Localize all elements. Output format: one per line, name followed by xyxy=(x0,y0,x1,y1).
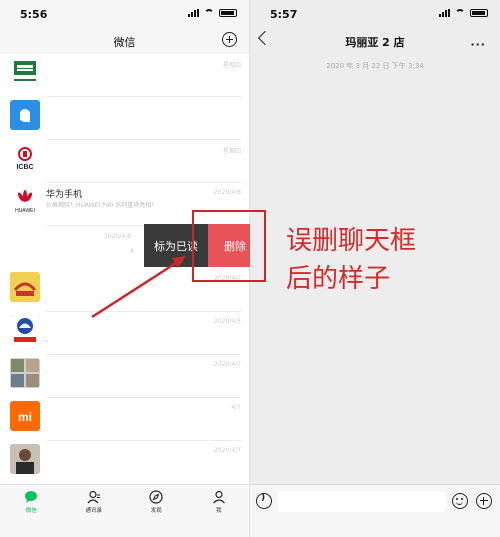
chat-row[interactable]: ICBC 星期四 xyxy=(0,140,249,183)
brand-logo-icon xyxy=(10,272,40,302)
tab-label: 我 xyxy=(215,508,222,514)
status-time: 5:57 xyxy=(270,8,298,21)
icbc-avatar: ICBC xyxy=(10,143,40,173)
chat-date: 星期四 xyxy=(222,62,241,69)
chat-date: 2020/4/7 xyxy=(214,447,241,454)
lenovo-logo-icon xyxy=(10,315,40,345)
tab-label: 通讯录 xyxy=(85,508,102,514)
chat-row[interactable]: 2020/4/7 xyxy=(0,441,249,484)
chat-row[interactable]: 2020/4/7 xyxy=(0,355,249,398)
screenshot-root: 5:56 微信 星期四 ICBC 星期四 HUAWEI 华为手机 价格揭晓！HU… xyxy=(0,0,500,537)
brand-avatar xyxy=(10,272,40,302)
huawei-logo-icon: HUAWEI xyxy=(10,186,40,216)
input-bar xyxy=(250,484,500,537)
chat-row[interactable]: mi 4/7 xyxy=(0,398,249,441)
group-photo-icon xyxy=(10,358,40,388)
annotation-text: 误删聊天框 后的样子 xyxy=(286,222,416,298)
chat-row[interactable]: 2020/4/5 xyxy=(0,312,249,355)
chat-date: 2020/4/8 xyxy=(214,189,241,196)
tab-label: 发现 xyxy=(150,508,162,514)
chat-bubble-icon xyxy=(25,491,38,503)
tab-me[interactable]: 我 xyxy=(188,485,250,537)
mi-logo-icon: mi xyxy=(10,401,40,431)
chat-date: 2020/4/5 xyxy=(214,318,241,325)
person-icon xyxy=(212,490,225,504)
chat-preview: 价格揭晓！HUAWEI P40 系列重磅亮相！ xyxy=(46,202,158,209)
app-avatar xyxy=(10,100,40,130)
svg-text:ICBC: ICBC xyxy=(16,164,33,171)
voice-icon[interactable] xyxy=(256,493,272,509)
tab-label: 微信 xyxy=(25,508,37,514)
nav-bar: 玛丽亚 2 店 ··· xyxy=(250,26,500,54)
svg-text:HUAWEI: HUAWEI xyxy=(15,208,35,214)
compass-icon xyxy=(149,490,163,504)
highlight-box xyxy=(192,210,266,282)
chat-date: 2020/4/7 xyxy=(214,361,241,368)
mi-avatar: mi xyxy=(10,401,40,431)
status-icons xyxy=(439,9,488,17)
status-time: 5:56 xyxy=(20,8,48,21)
status-bar: 5:56 xyxy=(0,0,249,26)
status-bar: 5:57 xyxy=(250,0,500,26)
tab-bar: 微信 通讯录 发现 我 xyxy=(0,484,250,537)
chat-row[interactable] xyxy=(0,97,249,140)
tab-chats[interactable]: 微信 xyxy=(0,485,63,537)
plus-icon[interactable] xyxy=(476,493,492,509)
wifi-icon xyxy=(455,9,465,17)
battery-icon xyxy=(219,9,237,17)
message-input[interactable] xyxy=(278,491,446,512)
emoji-icon[interactable] xyxy=(452,493,468,509)
chat-date: 4/7 xyxy=(231,404,241,411)
battery-icon xyxy=(470,9,488,17)
add-icon[interactable] xyxy=(222,32,237,47)
tab-contacts[interactable]: 通讯录 xyxy=(63,485,126,537)
app-logo-icon xyxy=(10,100,40,130)
status-icons xyxy=(188,9,237,17)
nav-bar: 微信 xyxy=(0,26,249,54)
page-title: 微信 xyxy=(113,36,136,49)
chat-title: 玛丽亚 2 店 xyxy=(345,36,405,49)
post-logo-avatar xyxy=(10,57,40,87)
lenovo-avatar xyxy=(10,315,40,345)
signal-icon xyxy=(188,9,199,17)
chat-date: 2020/4/8 xyxy=(104,233,131,240)
chat-preview: 8 xyxy=(130,248,134,255)
person-avatar xyxy=(10,444,40,474)
huawei-avatar: HUAWEI xyxy=(10,186,40,216)
chat-date: 星期四 xyxy=(222,148,241,155)
portrait-icon xyxy=(10,444,40,474)
chat-row[interactable]: 星期四 xyxy=(0,54,249,97)
svg-text:mi: mi xyxy=(18,410,32,424)
chat-name: 华为手机 xyxy=(46,190,83,200)
post-logo-icon xyxy=(10,57,40,87)
tab-discover[interactable]: 发现 xyxy=(125,485,188,537)
contacts-icon xyxy=(87,490,100,504)
wifi-icon xyxy=(204,9,214,17)
more-icon[interactable]: ··· xyxy=(470,38,486,51)
group-avatar xyxy=(10,358,40,388)
annotation-line-1: 误删聊天框 xyxy=(286,226,417,256)
annotation-line-2: 后的样子 xyxy=(286,264,391,294)
icbc-logo-icon: ICBC xyxy=(10,143,40,173)
signal-icon xyxy=(439,9,450,17)
chat-timestamp: 2020 年 3 月 22 日 下午 3:34 xyxy=(326,62,424,70)
